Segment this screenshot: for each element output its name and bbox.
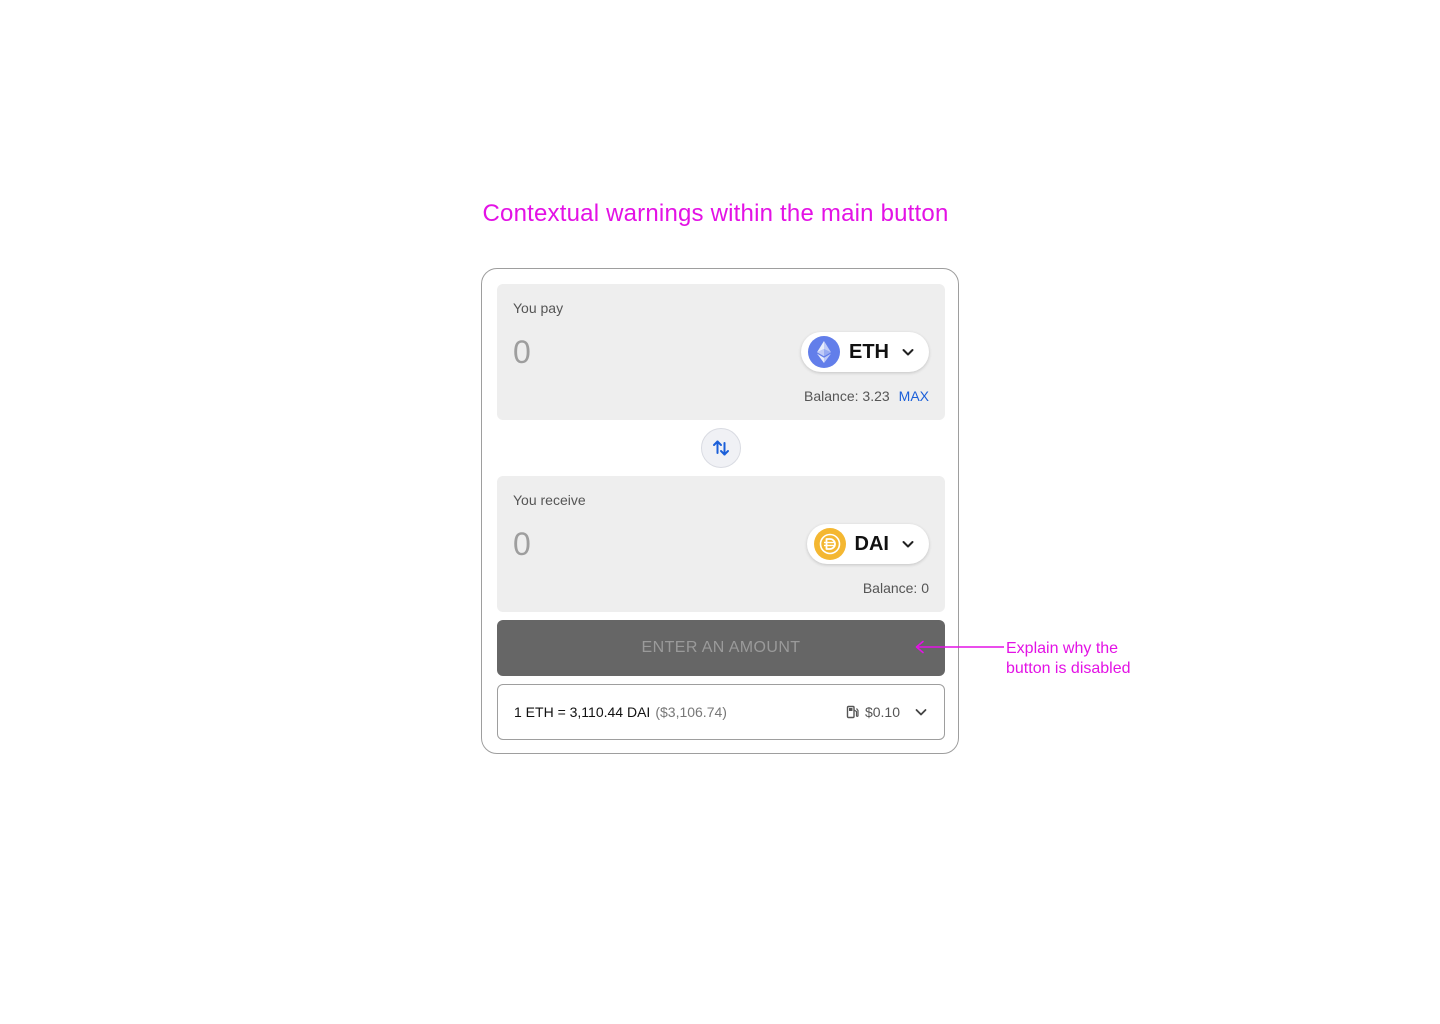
annotation-note: Explain why the button is disabled <box>1006 639 1156 679</box>
receive-panel: You receive 0 DAI Balance: 0 <box>497 476 945 612</box>
swap-arrows-icon <box>711 438 731 458</box>
pay-panel: You pay 0 ETH Balance: 3.23 MAX <box>497 284 945 420</box>
enter-amount-button[interactable]: ENTER AN AMOUNT <box>497 620 945 676</box>
receive-token-symbol: DAI <box>854 532 889 555</box>
receive-token-selector[interactable]: DAI <box>806 524 929 564</box>
gas-estimate: $0.10 <box>846 704 928 720</box>
receive-label: You receive <box>513 492 586 508</box>
gas-pump-icon <box>846 705 859 719</box>
pay-label: You pay <box>513 300 564 316</box>
swap-direction-button[interactable] <box>701 428 741 468</box>
max-button[interactable]: MAX <box>899 388 929 404</box>
pay-balance-row: Balance: 3.23 MAX <box>804 388 929 404</box>
ethereum-icon <box>808 336 840 368</box>
receive-balance: Balance: 0 <box>862 580 929 596</box>
swap-widget: You pay 0 ETH Balance: 3.23 MAX You rece… <box>481 268 959 754</box>
pay-balance: Balance: 3.23 <box>804 388 890 404</box>
gas-cost: $0.10 <box>864 704 900 720</box>
page: Contextual warnings within the main butt… <box>0 0 1440 1024</box>
chevron-down-icon[interactable] <box>914 705 928 719</box>
pay-token-symbol: ETH <box>849 340 889 363</box>
annotation-line-1: Explain why the <box>1006 640 1119 657</box>
annotation-arrow-icon <box>915 640 1004 654</box>
exchange-rate: 1 ETH = 3,110.44 DAI <box>514 704 651 720</box>
pay-token-selector[interactable]: ETH <box>801 332 929 372</box>
page-heading: Contextual warnings within the main butt… <box>482 200 949 227</box>
receive-balance-row: Balance: 0 <box>863 580 929 596</box>
chevron-down-icon <box>901 345 915 359</box>
receive-amount-input[interactable]: 0 <box>513 526 531 563</box>
dai-icon <box>813 528 846 560</box>
chevron-down-icon <box>901 537 915 551</box>
exchange-rate-usd: ($3,106.74) <box>655 704 727 720</box>
pay-amount-input[interactable]: 0 <box>513 334 531 371</box>
annotation-line-2: button is disabled <box>1006 660 1131 677</box>
rate-details-bar[interactable]: 1 ETH = 3,110.44 DAI ($3,106.74) $0.10 <box>497 684 945 740</box>
